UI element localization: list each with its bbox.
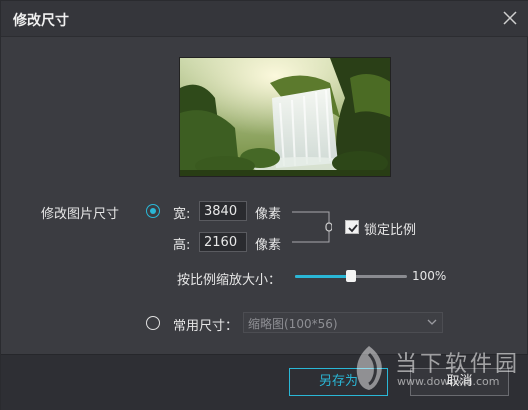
cancel-button[interactable]: 取消 bbox=[410, 368, 509, 396]
scale-value: 100% bbox=[412, 269, 447, 283]
scale-slider[interactable] bbox=[295, 270, 407, 282]
common-size-selected: 缩略图(100*56) bbox=[248, 317, 338, 331]
common-size-label: 常用尺寸： bbox=[173, 319, 239, 334]
scale-slider-fill bbox=[295, 275, 351, 278]
chevron-down-icon bbox=[427, 319, 437, 325]
width-input[interactable] bbox=[199, 201, 247, 221]
width-label: 宽: bbox=[173, 207, 191, 222]
lock-ratio-label: 锁定比例 bbox=[364, 223, 417, 238]
common-size-radio[interactable] bbox=[146, 316, 160, 330]
scale-label: 按比例缩放大小： bbox=[177, 273, 282, 288]
height-input[interactable] bbox=[199, 232, 247, 252]
height-unit: 像素 bbox=[255, 238, 282, 253]
scale-slider-thumb[interactable] bbox=[346, 270, 356, 282]
image-preview bbox=[179, 57, 391, 177]
lock-ratio-checkbox[interactable] bbox=[345, 220, 359, 234]
resize-dialog: 修改尺寸 修改图片尺寸 宽: 3840 像素 高: 2160 像素 锁定比例 按… bbox=[0, 0, 528, 410]
resize-section-label: 修改图片尺寸 bbox=[41, 207, 120, 222]
height-label: 高: bbox=[173, 238, 191, 253]
title-bar: 修改尺寸 bbox=[1, 1, 528, 37]
resize-mode-radio[interactable] bbox=[146, 204, 160, 218]
common-size-select[interactable]: 缩略图(100*56) bbox=[243, 312, 443, 333]
checkmark-icon bbox=[348, 224, 358, 233]
close-button[interactable] bbox=[501, 9, 519, 27]
link-icon[interactable] bbox=[292, 211, 332, 243]
save-as-button[interactable]: 另存为 bbox=[289, 368, 388, 396]
width-unit: 像素 bbox=[255, 207, 282, 222]
dialog-title: 修改尺寸 bbox=[13, 13, 69, 29]
close-icon bbox=[503, 11, 517, 25]
